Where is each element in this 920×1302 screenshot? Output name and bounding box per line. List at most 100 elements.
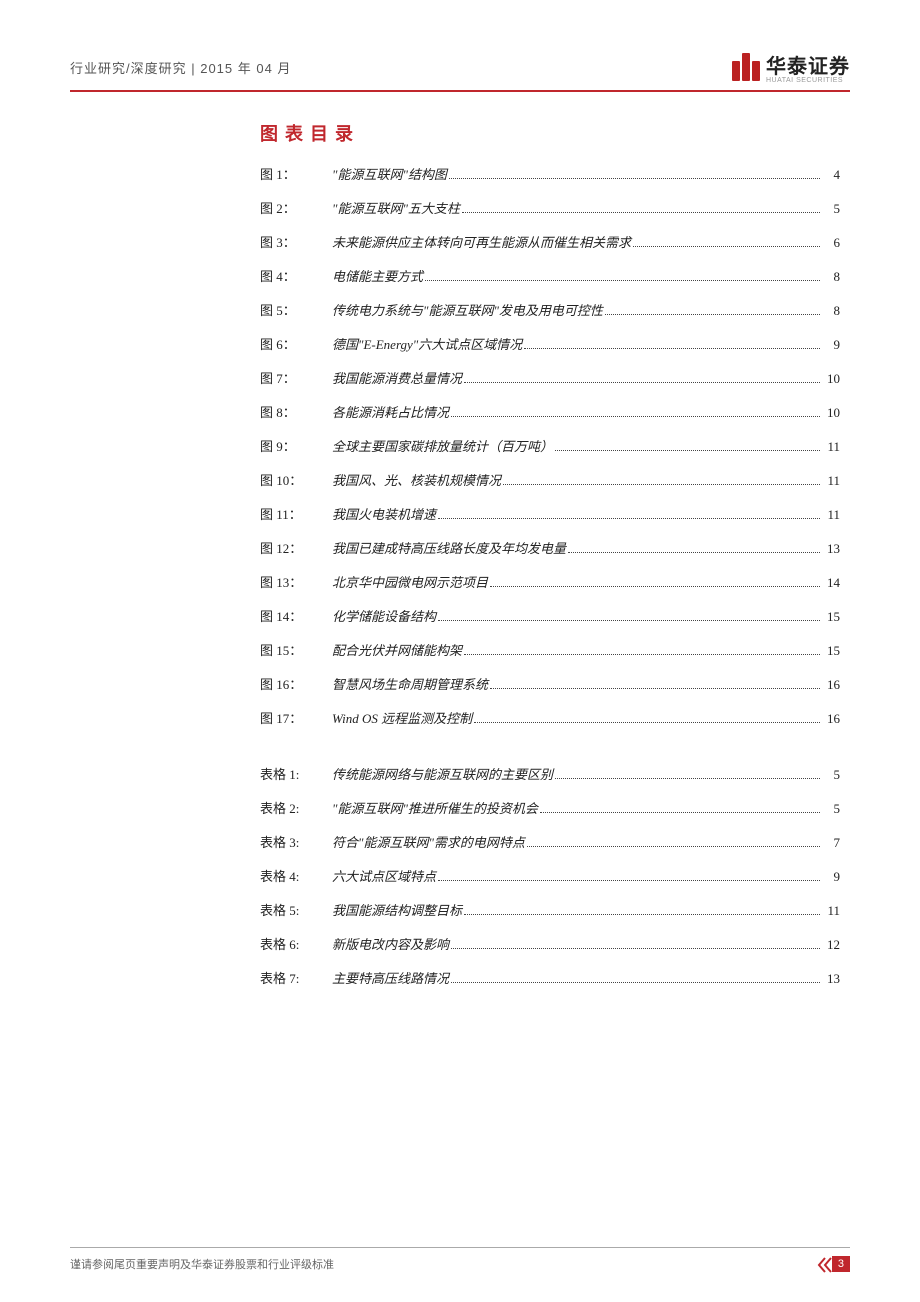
toc-leader-dots [555, 778, 820, 779]
toc-leader-dots [464, 382, 820, 383]
toc-title: "能源互联网"五大支柱 [332, 198, 460, 217]
toc-label: 图 9： [260, 436, 332, 455]
toc-label: 图 10： [260, 470, 332, 489]
toc-label: 图 11： [260, 504, 332, 523]
toc-leader-dots [438, 518, 820, 519]
brand-name: 华泰证券 [766, 50, 850, 79]
toc-title: 未来能源供应主体转向可再生能源从而催生相关需求 [332, 232, 631, 251]
toc-label: 图 15： [260, 640, 332, 659]
brand-logo: 华泰证券 HUATAI SECURITIES [732, 50, 850, 84]
toc-leader-dots [633, 246, 820, 247]
table-toc-entry[interactable]: 表格 6:新版电改内容及影响12 [260, 934, 840, 953]
table-toc-entry[interactable]: 表格 5:我国能源结构调整目标11 [260, 900, 840, 919]
figure-toc-entry[interactable]: 图 16：智慧风场生命周期管理系统16 [260, 674, 840, 693]
figure-toc-entry[interactable]: 图 17：Wind OS 远程监测及控制16 [260, 708, 840, 727]
toc-title: 化学储能设备结构 [332, 606, 436, 625]
section-gap [260, 742, 840, 764]
figure-toc-entry[interactable]: 图 3：未来能源供应主体转向可再生能源从而催生相关需求6 [260, 232, 840, 251]
toc-page-number: 13 [822, 541, 840, 557]
figures-toc: 图 1："能源互联网"结构图4图 2："能源互联网"五大支柱5图 3：未来能源供… [260, 164, 840, 727]
table-toc-entry[interactable]: 表格 7:主要特高压线路情况13 [260, 968, 840, 987]
figure-toc-entry[interactable]: 图 4：电储能主要方式8 [260, 266, 840, 285]
toc-title: 德国"E-Energy"六大试点区域情况 [332, 334, 522, 353]
toc-leader-dots [451, 416, 820, 417]
figure-toc-entry[interactable]: 图 1："能源互联网"结构图4 [260, 164, 840, 183]
figure-toc-entry[interactable]: 图 8：各能源消耗占比情况 10 [260, 402, 840, 421]
page-footer: 谨请参阅尾页重要声明及华泰证券股票和行业评级标准 3 [0, 1247, 920, 1272]
figure-toc-entry[interactable]: 图 5：传统电力系统与"能源互联网"发电及用电可控性8 [260, 300, 840, 319]
toc-title: 全球主要国家碳排放量统计（百万吨） [332, 436, 553, 455]
toc-page-number: 11 [822, 903, 840, 919]
toc-page-number: 11 [822, 473, 840, 489]
figure-toc-entry[interactable]: 图 11：我国火电装机增速11 [260, 504, 840, 523]
toc-title: 智慧风场生命周期管理系统 [332, 674, 488, 693]
footer-row: 谨请参阅尾页重要声明及华泰证券股票和行业评级标准 3 [70, 1256, 850, 1272]
table-toc-entry[interactable]: 表格 1:传统能源网络与能源互联网的主要区别5 [260, 764, 840, 783]
toc-page-number: 4 [822, 167, 840, 183]
toc-title: 新版电改内容及影响 [332, 934, 449, 953]
figure-toc-entry[interactable]: 图 6：德国"E-Energy"六大试点区域情况9 [260, 334, 840, 353]
toc-label: 图 8： [260, 402, 332, 421]
footer-rule [70, 1247, 850, 1248]
toc-label: 表格 6: [260, 934, 332, 953]
toc-page-number: 15 [822, 609, 840, 625]
table-toc-entry[interactable]: 表格 3:符合"能源互联网"需求的电网特点7 [260, 832, 840, 851]
toc-label: 表格 1: [260, 764, 332, 783]
table-toc-entry[interactable]: 表格 4:六大试点区域特点9 [260, 866, 840, 885]
toc-leader-dots [462, 212, 820, 213]
toc-leader-dots [464, 914, 820, 915]
toc-page-number: 6 [822, 235, 840, 251]
toc-page-number: 9 [822, 869, 840, 885]
toc-title: 各能源消耗占比情况 [332, 402, 449, 421]
toc-label: 图 2： [260, 198, 332, 217]
toc-label: 图 12： [260, 538, 332, 557]
toc-leader-dots [474, 722, 820, 723]
toc-leader-dots [568, 552, 820, 553]
toc-title: "能源互联网"推进所催生的投资机会 [332, 798, 538, 817]
toc-label: 图 17： [260, 708, 332, 727]
section-title: 图表目录 [260, 120, 840, 146]
toc-leader-dots [438, 880, 820, 881]
toc-page-number: 10 [822, 371, 840, 387]
brand-text-block: 华泰证券 HUATAI SECURITIES [766, 50, 850, 84]
toc-title: 我国风、光、核装机规模情况 [332, 470, 501, 489]
figure-toc-entry[interactable]: 图 13：北京华中园微电网示范项目14 [260, 572, 840, 591]
toc-title: 符合"能源互联网"需求的电网特点 [332, 832, 525, 851]
footer-disclaimer: 谨请参阅尾页重要声明及华泰证券股票和行业评级标准 [70, 1256, 334, 1272]
figure-toc-entry[interactable]: 图 2："能源互联网"五大支柱5 [260, 198, 840, 217]
figure-toc-entry[interactable]: 图 12：我国已建成特高压线路长度及年均发电量 13 [260, 538, 840, 557]
toc-label: 图 7： [260, 368, 332, 387]
toc-title: 我国能源结构调整目标 [332, 900, 462, 919]
toc-label: 图 13： [260, 572, 332, 591]
toc-title: 我国已建成特高压线路长度及年均发电量 [332, 538, 566, 557]
toc-leader-dots [490, 688, 820, 689]
toc-page-number: 11 [822, 507, 840, 523]
logo-mark-icon [732, 53, 760, 81]
toc-page-number: 7 [822, 835, 840, 851]
toc-leader-dots [490, 586, 820, 587]
figure-toc-entry[interactable]: 图 15：配合光伏并网储能构架 15 [260, 640, 840, 659]
figure-toc-entry[interactable]: 图 14：化学储能设备结构 15 [260, 606, 840, 625]
toc-title: 主要特高压线路情况 [332, 968, 449, 987]
toc-label: 图 5： [260, 300, 332, 319]
footer-page-number: 3 [810, 1258, 850, 1270]
toc-page-number: 15 [822, 643, 840, 659]
figure-toc-entry[interactable]: 图 10：我国风、光、核装机规模情况 11 [260, 470, 840, 489]
toc-title: Wind OS 远程监测及控制 [332, 708, 472, 727]
figure-toc-entry[interactable]: 图 9：全球主要国家碳排放量统计（百万吨）11 [260, 436, 840, 455]
toc-page-number: 14 [822, 575, 840, 591]
toc-title: 传统电力系统与"能源互联网"发电及用电可控性 [332, 300, 603, 319]
table-toc-entry[interactable]: 表格 2:"能源互联网"推进所催生的投资机会5 [260, 798, 840, 817]
toc-title: 我国能源消费总量情况 [332, 368, 462, 387]
toc-label: 表格 2: [260, 798, 332, 817]
toc-leader-dots [540, 812, 820, 813]
toc-title: 配合光伏并网储能构架 [332, 640, 462, 659]
page-header: 行业研究/深度研究 | 2015 年 04 月 华泰证券 HUATAI SECU… [70, 50, 850, 84]
toc-leader-dots [555, 450, 820, 451]
toc-leader-dots [449, 178, 820, 179]
toc-leader-dots [464, 654, 820, 655]
toc-label: 图 14： [260, 606, 332, 625]
figure-toc-entry[interactable]: 图 7：我国能源消费总量情况 10 [260, 368, 840, 387]
header-rule [70, 90, 850, 92]
toc-page-number: 10 [822, 405, 840, 421]
